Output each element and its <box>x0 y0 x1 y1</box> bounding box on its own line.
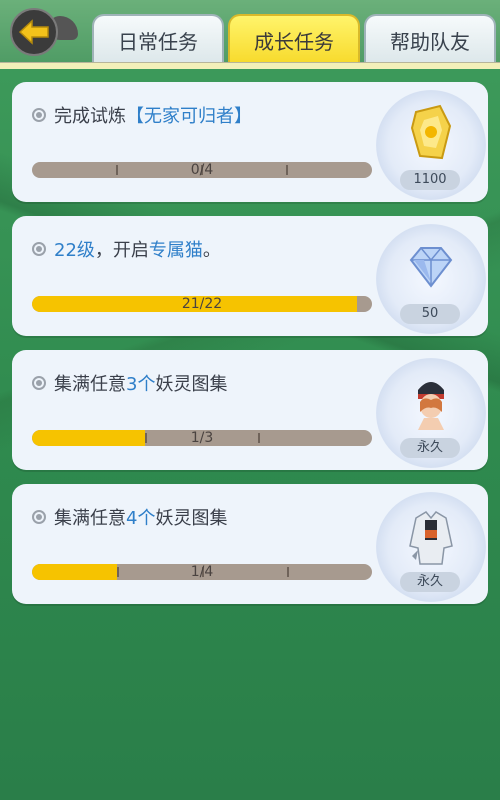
quest-card[interactable]: 22级 ，开启 专属猫 。 21/22 50 <box>12 216 488 336</box>
reward-count: 50 <box>400 304 460 324</box>
quest-title: 集满任意 4个 妖灵图集 <box>32 504 227 530</box>
progress-text: 0/4 <box>190 162 214 178</box>
quest-card[interactable]: 集满任意 3个 妖灵图集 1/3 永久 <box>12 350 488 470</box>
quest-title-highlight: 4个 <box>126 508 156 529</box>
progress-text: 21/22 <box>181 296 223 312</box>
back-arrow-icon <box>18 19 49 45</box>
quest-title-highlight: 3个 <box>126 374 156 395</box>
reward-count: 1100 <box>400 170 460 190</box>
tab-label: 帮助队友 <box>390 29 470 54</box>
quest-title-text: 。 <box>202 240 221 261</box>
gold-crest-icon <box>410 104 452 160</box>
reward-slot[interactable]: 50 <box>368 216 488 336</box>
progress-bar: 21/22 <box>32 296 372 312</box>
progress-bar: 1/4 <box>32 564 372 580</box>
quest-card[interactable]: 完成试炼 【无家可归者】 0/4 1100 <box>12 82 488 202</box>
tab-label: 日常任务 <box>118 29 198 54</box>
avatar-head-icon <box>418 382 444 430</box>
reward-count: 永久 <box>400 438 460 458</box>
quest-title: 集满任意 3个 妖灵图集 <box>32 370 227 396</box>
quest-bullet-icon <box>32 376 46 390</box>
tab-growth[interactable]: 成长任务 <box>228 14 360 64</box>
quest-bullet-icon <box>32 510 46 524</box>
tab-daily[interactable]: 日常任务 <box>92 14 224 64</box>
quest-title-text: 集满任意 <box>54 508 126 529</box>
reward-slot[interactable]: 永久 <box>368 350 488 470</box>
quest-bullet-icon <box>32 108 46 122</box>
quest-card[interactable]: 集满任意 4个 妖灵图集 1/4 永久 <box>12 484 488 604</box>
quest-title-highlight: 22级 <box>54 240 95 261</box>
quest-title-text: 妖灵图集 <box>155 508 228 529</box>
reward-slot[interactable]: 1100 <box>368 82 488 202</box>
quest-title-text: 集满任意 <box>54 374 126 395</box>
diamond-icon <box>409 247 453 288</box>
quest-title-highlight: 专属猫 <box>148 240 203 261</box>
tab-label: 成长任务 <box>254 29 334 54</box>
quest-title-text: ，开启 <box>94 240 149 261</box>
quest-title-text: 妖灵图集 <box>155 374 228 395</box>
reward-count: 永久 <box>400 572 460 592</box>
quest-title-highlight: 【无家可归者】 <box>126 106 252 127</box>
quest-title: 完成试炼 【无家可归者】 <box>32 102 252 128</box>
progress-bar: 0/4 <box>32 162 372 178</box>
tab-help[interactable]: 帮助队友 <box>364 14 496 64</box>
progress-bar: 1/3 <box>32 430 372 446</box>
progress-text: 1/4 <box>190 564 214 580</box>
back-button[interactable] <box>10 8 78 58</box>
tab-underline <box>0 62 500 69</box>
avatar-outfit-icon <box>409 511 453 565</box>
quest-title-text: 完成试炼 <box>54 106 126 127</box>
reward-slot[interactable]: 永久 <box>368 484 488 604</box>
progress-text: 1/3 <box>190 430 214 446</box>
quest-bullet-icon <box>32 242 46 256</box>
quest-title: 22级 ，开启 专属猫 。 <box>32 236 221 262</box>
